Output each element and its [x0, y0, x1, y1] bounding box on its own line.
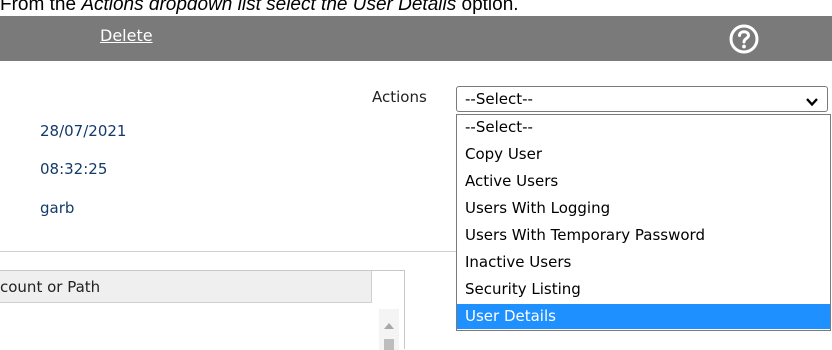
- table-scrollbar[interactable]: [379, 309, 399, 350]
- caption-middle: dropdown list select the: [143, 0, 353, 15]
- option-select[interactable]: --Select--: [457, 115, 830, 140]
- caption-actions-word: Actions: [81, 0, 144, 15]
- option-copy-user[interactable]: Copy User: [457, 142, 830, 167]
- actions-label: Actions: [372, 88, 427, 106]
- actions-dropdown-list: --Select-- Copy User Active Users Users …: [456, 114, 831, 331]
- account-path-table: count or Path: [0, 270, 405, 350]
- caption-target-word: User Details: [352, 0, 457, 15]
- scroll-thumb[interactable]: [384, 339, 394, 350]
- section-divider: [0, 251, 460, 252]
- time-value: 08:32:25: [40, 160, 108, 178]
- option-active-users[interactable]: Active Users: [457, 169, 830, 194]
- option-user-details[interactable]: User Details: [457, 304, 830, 329]
- actions-select-value: --Select--: [465, 90, 533, 108]
- scroll-up-icon[interactable]: [384, 323, 394, 329]
- table-header[interactable]: count or Path: [0, 271, 372, 303]
- user-value: garb: [40, 199, 75, 217]
- delete-link[interactable]: Delete: [100, 26, 153, 45]
- option-security-listing[interactable]: Security Listing: [457, 277, 830, 302]
- actions-select[interactable]: --Select--: [456, 86, 828, 112]
- chevron-down-icon: [805, 93, 819, 107]
- caption-suffix: option.: [456, 0, 519, 15]
- column-header-account-or-path: count or Path: [0, 278, 101, 296]
- option-inactive-users[interactable]: Inactive Users: [457, 250, 830, 275]
- help-circle-icon[interactable]: [724, 19, 764, 59]
- toolbar: Delete: [0, 16, 832, 61]
- caption-prefix: From the: [0, 0, 82, 15]
- option-users-with-temporary-password[interactable]: Users With Temporary Password: [457, 223, 830, 248]
- date-value: 28/07/2021: [40, 122, 127, 140]
- option-users-with-logging[interactable]: Users With Logging: [457, 196, 830, 221]
